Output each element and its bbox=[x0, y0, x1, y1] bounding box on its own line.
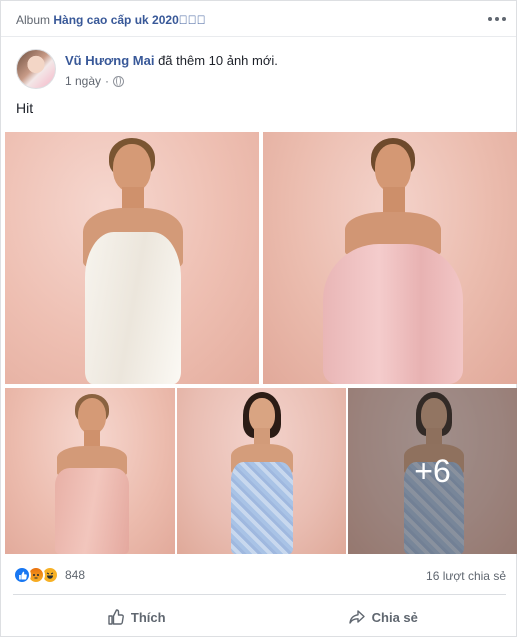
post-action-text: đã thêm 10 ảnh mới. bbox=[158, 53, 278, 68]
more-photos-count: +6 bbox=[414, 452, 451, 489]
more-options-icon[interactable] bbox=[488, 14, 506, 24]
avatar[interactable] bbox=[16, 49, 56, 89]
like-button[interactable]: Thích bbox=[13, 601, 260, 633]
like-button-label: Thích bbox=[130, 609, 166, 625]
like-icon bbox=[13, 566, 31, 584]
album-breadcrumb: Album Hàng cao cấp uk 2020⃣⃣⃣ bbox=[16, 13, 206, 27]
feed-post: Album Hàng cao cấp uk 2020⃣⃣⃣ Vũ Hương M… bbox=[0, 0, 517, 637]
photo-2[interactable] bbox=[263, 132, 517, 384]
thumbs-up-icon bbox=[108, 609, 124, 625]
photo-1[interactable] bbox=[5, 132, 259, 384]
post-header: Vũ Hương Mai đã thêm 10 ảnh mới. bbox=[65, 53, 278, 68]
share-button[interactable]: Chia sẻ bbox=[260, 601, 507, 633]
share-arrow-icon bbox=[348, 610, 365, 624]
album-prefix: Album bbox=[16, 13, 51, 27]
photo-3[interactable] bbox=[5, 388, 175, 554]
photo-4[interactable] bbox=[177, 388, 346, 554]
post-actions: Thích Chia sẻ bbox=[13, 601, 506, 633]
share-count[interactable]: 16 lượt chia sẻ bbox=[426, 569, 506, 583]
reaction-stats: 848 16 lượt chia sẻ bbox=[13, 566, 506, 586]
reactions-summary[interactable]: 848 bbox=[13, 566, 85, 584]
globe-icon[interactable] bbox=[113, 75, 125, 87]
reaction-count[interactable]: 848 bbox=[65, 568, 85, 582]
author-name-link[interactable]: Vũ Hương Mai bbox=[65, 53, 154, 68]
more-photos-overlay[interactable]: +6 bbox=[348, 388, 517, 554]
meta-separator: · bbox=[105, 74, 110, 88]
photo-5-more[interactable]: +6 bbox=[348, 388, 517, 554]
album-name-link[interactable]: Hàng cao cấp uk 2020⃣⃣⃣ bbox=[53, 13, 205, 27]
album-header: Album Hàng cao cấp uk 2020⃣⃣⃣ bbox=[1, 1, 516, 37]
share-button-label: Chia sẻ bbox=[371, 609, 418, 625]
post-meta: 1 ngày · bbox=[65, 74, 125, 88]
post-timestamp[interactable]: 1 ngày bbox=[65, 74, 101, 88]
action-divider bbox=[13, 594, 506, 595]
post-message: Hit bbox=[16, 100, 34, 116]
